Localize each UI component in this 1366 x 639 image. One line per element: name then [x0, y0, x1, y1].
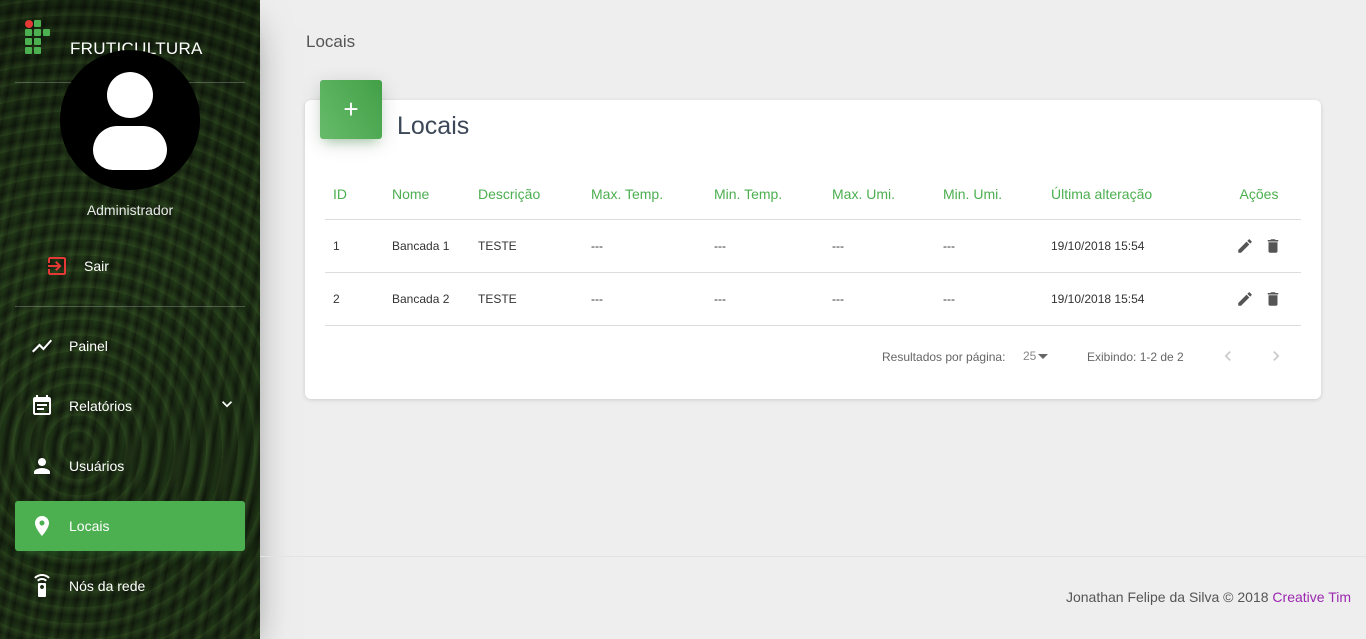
- edit-icon[interactable]: [1236, 290, 1254, 308]
- cell-ultima-alteracao: 19/10/2018 15:54: [1051, 292, 1145, 306]
- logout-label: Sair: [84, 258, 109, 274]
- sidebar-item-label: Locais: [69, 518, 110, 534]
- column-header[interactable]: Última alteração: [1051, 186, 1217, 202]
- cell-nome: Bancada 2: [392, 292, 450, 306]
- cell-id: 1: [333, 239, 340, 253]
- exit-icon: [48, 257, 66, 275]
- sidebar-nav: Painel Relatórios Usuários Locais Nós da…: [15, 321, 245, 621]
- sidebar: FRUTICULTURA Administrador Sair Painel R…: [0, 0, 260, 639]
- table-row: 2 Bancada 2 TESTE --- --- --- --- 19/10/…: [325, 273, 1301, 326]
- logout-link[interactable]: Sair: [45, 254, 109, 278]
- edit-icon[interactable]: [1236, 237, 1254, 255]
- sidebar-item-relatorios[interactable]: Relatórios: [15, 381, 245, 431]
- card-title: Locais: [397, 112, 470, 140]
- cell-max-umi: ---: [832, 292, 844, 306]
- showing-count: Exibindo: 1-2 de 2: [1087, 350, 1184, 364]
- cell-min-umi: ---: [943, 239, 955, 253]
- sidebar-item-label: Nós da rede: [69, 578, 146, 594]
- cell-min-temp: ---: [714, 292, 726, 306]
- timeline-icon: [32, 339, 52, 353]
- chevron-down-icon[interactable]: [217, 394, 237, 414]
- user-name: Administrador: [86, 202, 174, 218]
- column-header[interactable]: ID: [325, 186, 392, 202]
- column-header[interactable]: Min. Umi.: [943, 186, 1051, 202]
- chevron-left-icon[interactable]: [1218, 346, 1238, 366]
- cell-max-temp: ---: [591, 239, 603, 253]
- footer-text: Jonathan Felipe da Silva © 2018: [1065, 589, 1269, 605]
- cell-ultima-alteracao: 19/10/2018 15:54: [1051, 239, 1145, 253]
- cell-nome: Bancada 1: [392, 239, 450, 253]
- pagination: Resultados por página: 25 Exibindo: 1-2 …: [325, 340, 1301, 370]
- settings-remote-icon: [34, 574, 50, 597]
- locais-table: ID Nome Descrição Max. Temp. Min. Temp. …: [325, 168, 1301, 326]
- sidebar-item-locais[interactable]: Locais: [15, 501, 245, 551]
- column-header[interactable]: Descrição: [478, 186, 591, 202]
- event-note-icon: [33, 395, 51, 415]
- column-header[interactable]: Min. Temp.: [714, 186, 832, 202]
- cell-min-umi: ---: [943, 292, 955, 306]
- cell-max-temp: ---: [591, 292, 603, 306]
- cell-descricao: TESTE: [478, 239, 517, 253]
- sidebar-item-label: Painel: [69, 338, 108, 354]
- column-header: Ações: [1239, 185, 1279, 202]
- nav-divider: [15, 306, 245, 307]
- caret-down-icon: [1038, 353, 1049, 359]
- sidebar-item-label: Usuários: [69, 458, 125, 474]
- table-header: ID Nome Descrição Max. Temp. Min. Temp. …: [325, 168, 1301, 220]
- delete-icon[interactable]: [1264, 290, 1282, 308]
- page-title: Locais: [306, 32, 356, 51]
- footer-divider: [260, 556, 1366, 557]
- column-header[interactable]: Max. Umi.: [832, 186, 943, 202]
- place-icon: [35, 516, 49, 536]
- rows-per-page-label: Resultados por página:: [882, 350, 1006, 364]
- person-icon: [34, 458, 50, 474]
- rows-per-page-select[interactable]: 25: [1023, 349, 1049, 363]
- add-local-button[interactable]: +: [320, 80, 382, 139]
- cell-min-temp: ---: [714, 239, 726, 253]
- cell-id: 2: [333, 292, 340, 306]
- cell-max-umi: ---: [832, 239, 844, 253]
- institute-logo-icon: [25, 20, 51, 54]
- creative-tim-link[interactable]: Creative Tim: [1272, 589, 1351, 605]
- sidebar-item-label: Relatórios: [69, 398, 133, 414]
- sidebar-item-painel[interactable]: Painel: [15, 321, 245, 371]
- column-header[interactable]: Max. Temp.: [591, 186, 714, 202]
- avatar: [60, 50, 200, 190]
- cell-acoes: [1217, 237, 1301, 255]
- sidebar-item-usuarios[interactable]: Usuários: [15, 441, 245, 491]
- column-header[interactable]: Nome: [392, 186, 478, 202]
- cell-acoes: [1217, 290, 1301, 308]
- rows-per-page-value: 25: [1023, 349, 1037, 363]
- locais-card: Locais ID Nome Descrição Max. Temp. Min.…: [305, 100, 1321, 399]
- sidebar-item-nos-da-rede[interactable]: Nós da rede: [15, 561, 245, 611]
- chevron-right-icon[interactable]: [1266, 346, 1286, 366]
- footer: Jonathan Felipe da Silva © 2018 Creative…: [1066, 589, 1351, 605]
- delete-icon[interactable]: [1264, 237, 1282, 255]
- cell-descricao: TESTE: [478, 292, 517, 306]
- table-row: 1 Bancada 1 TESTE --- --- --- --- 19/10/…: [325, 220, 1301, 273]
